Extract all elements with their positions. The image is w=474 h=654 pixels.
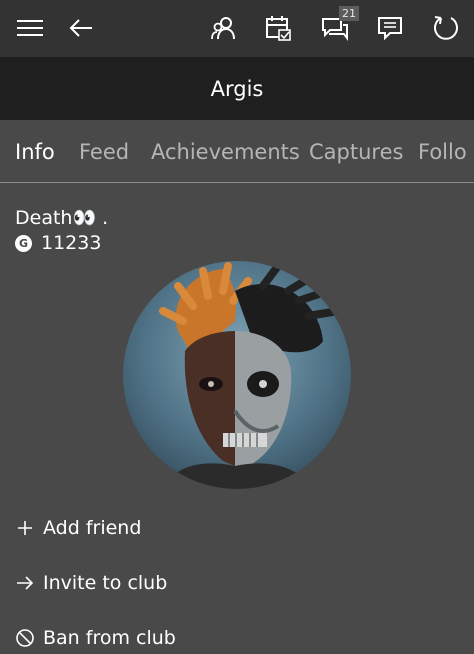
tabs-divider <box>0 182 474 183</box>
block-icon <box>15 628 35 648</box>
profile-screen: 21 Argis Info Feed Achievements Captures… <box>0 0 474 654</box>
gamerscore-icon: G <box>15 234 32 252</box>
tab-followers[interactable]: Follo <box>418 140 467 164</box>
arrow-right-icon <box>15 573 35 593</box>
people-icon[interactable] <box>205 9 243 47</box>
tab-captures[interactable]: Captures <box>309 140 403 164</box>
messages-count-badge: 21 <box>339 6 359 21</box>
invite-to-club-label: Invite to club <box>43 572 168 594</box>
add-friend-button[interactable]: Add friend <box>15 513 141 543</box>
gamerscore-value: 11233 <box>41 232 102 254</box>
tab-feed[interactable]: Feed <box>79 140 129 164</box>
tab-achievements[interactable]: Achievements <box>151 140 300 164</box>
tab-strip: Info Feed Achievements Captures Follo <box>0 120 474 182</box>
app-bar: 21 <box>0 0 474 57</box>
back-arrow-icon[interactable] <box>62 9 100 47</box>
ban-from-club-button[interactable]: Ban from club <box>15 623 176 653</box>
avatar[interactable] <box>123 261 351 489</box>
invite-to-club-button[interactable]: Invite to club <box>15 568 167 598</box>
title-bar: Argis <box>0 57 474 120</box>
ban-from-club-label: Ban from club <box>43 627 176 649</box>
plus-icon <box>15 518 35 538</box>
add-friend-label: Add friend <box>43 517 142 539</box>
tab-info[interactable]: Info <box>15 140 55 164</box>
refresh-icon[interactable] <box>427 9 465 47</box>
page-title: Argis <box>210 76 264 101</box>
hamburger-icon[interactable] <box>11 9 49 47</box>
notification-icon[interactable] <box>371 9 409 47</box>
gamertag: Death👀 . <box>15 207 109 229</box>
gamerscore-row: G 11233 <box>15 232 101 254</box>
calendar-icon[interactable] <box>259 9 297 47</box>
